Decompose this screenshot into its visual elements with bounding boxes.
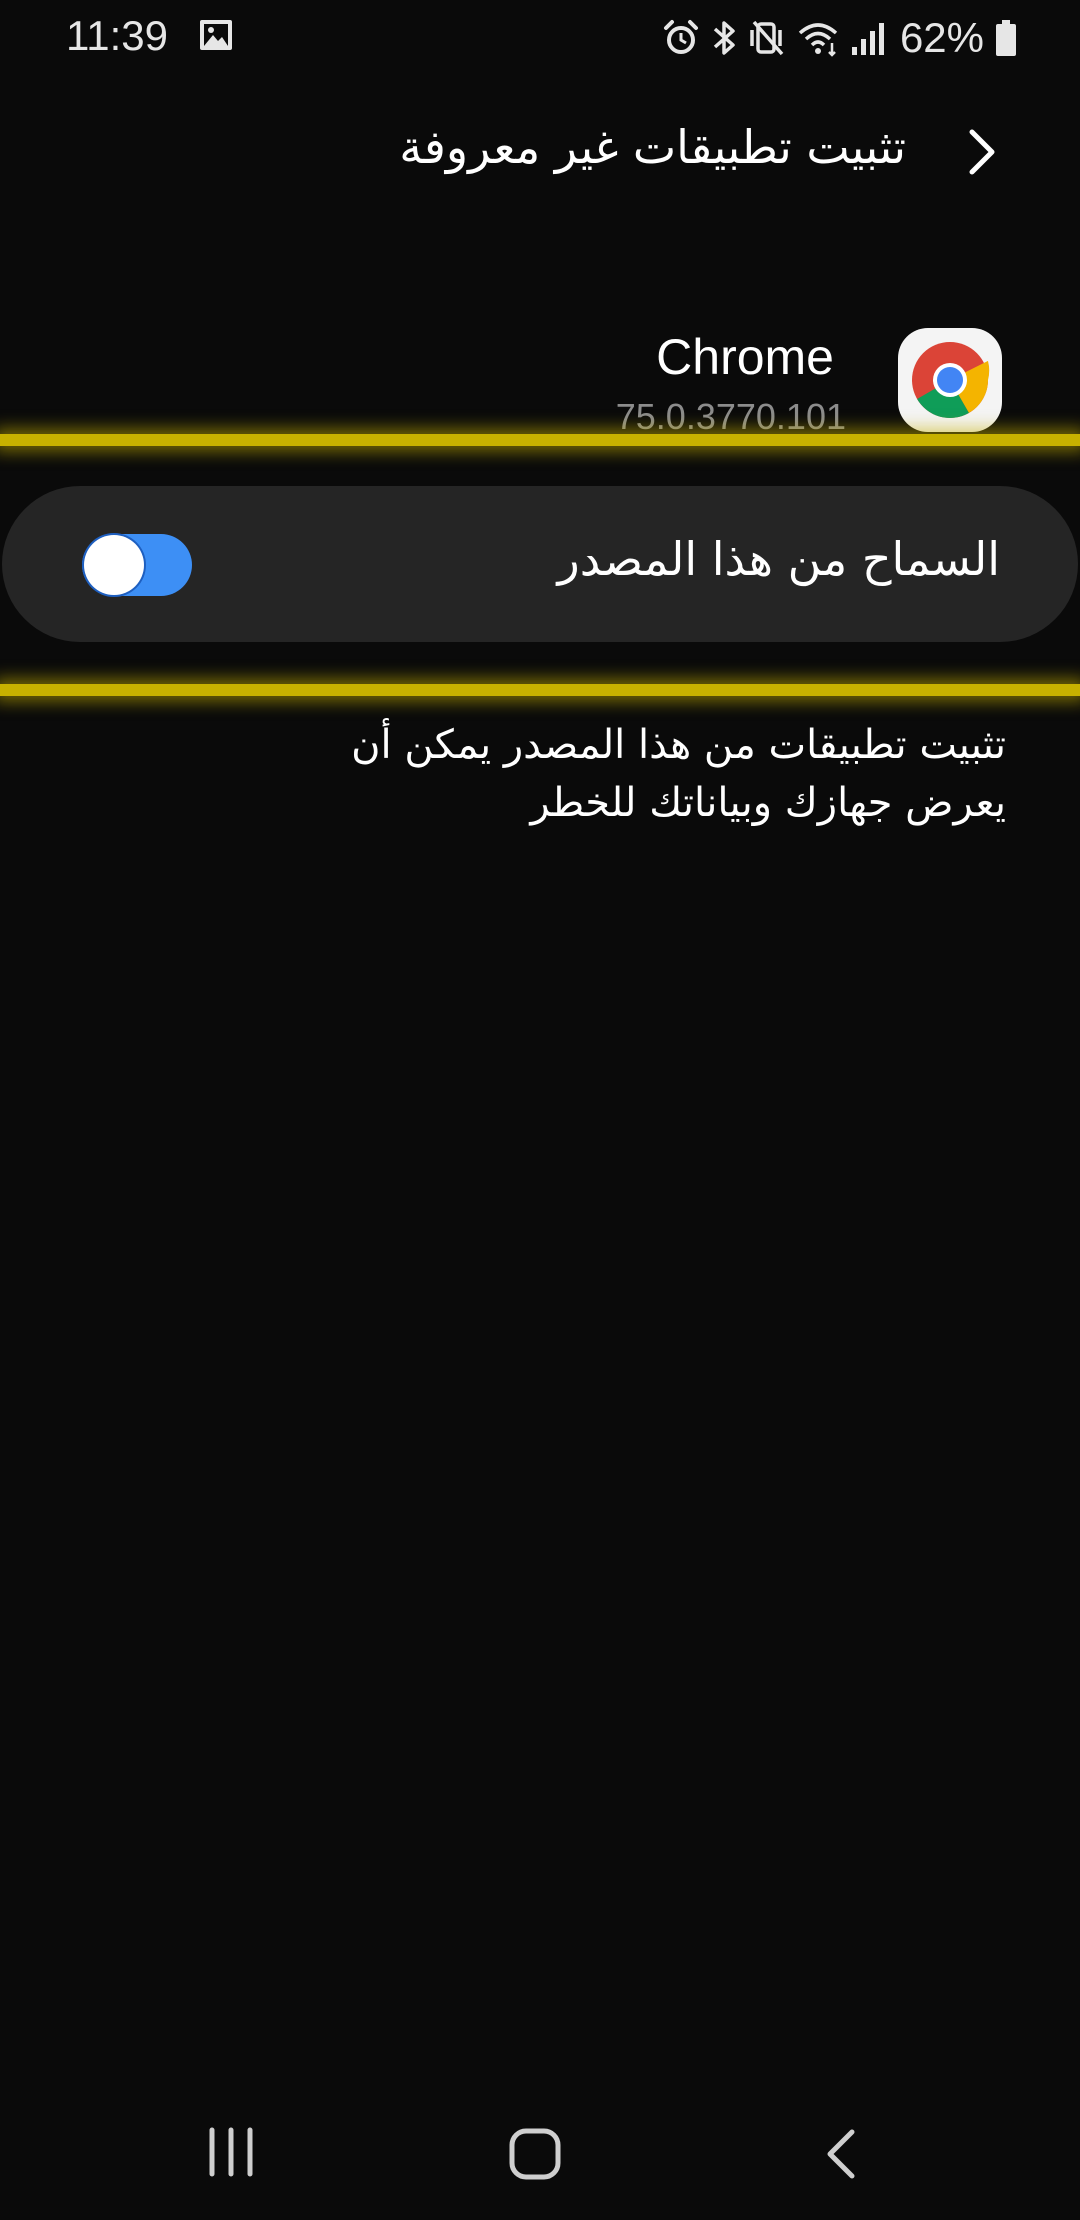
home-icon[interactable] xyxy=(508,2126,562,2182)
status-time: 11:39 xyxy=(66,12,168,59)
highlight-band-bottom xyxy=(0,684,1080,696)
header: تثبيت تطبيقات غير معروفة xyxy=(0,110,1080,200)
navigation-bar xyxy=(0,2100,1080,2220)
status-icons: 62% xyxy=(662,10,1018,66)
battery-percent: 62% xyxy=(899,14,984,61)
status-bar: 11:39 62% xyxy=(0,0,1080,72)
back-icon[interactable] xyxy=(820,2126,860,2182)
allow-from-source-row[interactable]: السماح من هذا المصدر xyxy=(2,486,1078,642)
page-title: تثبيت تطبيقات غير معروفة xyxy=(399,120,906,174)
chrome-logo xyxy=(912,342,990,418)
recent-apps-icon[interactable] xyxy=(206,2126,256,2178)
app-version: 75.0.3770.101 xyxy=(615,396,846,437)
toggle-knob xyxy=(84,535,144,595)
bluetooth-icon xyxy=(713,21,735,55)
allow-from-source-toggle[interactable] xyxy=(82,534,192,596)
warning-description: تثبيت تطبيقات من هذا المصدر يمكن أن يعرض… xyxy=(351,722,1006,826)
gallery-icon xyxy=(200,20,232,50)
mute-icon xyxy=(750,20,784,56)
signal-icon xyxy=(851,23,884,55)
app-info: Chrome 75.0.3770.101 xyxy=(0,310,1080,440)
allow-from-source-label: السماح من هذا المصدر xyxy=(557,532,1000,586)
wifi-icon xyxy=(798,23,838,57)
alarm-icon xyxy=(663,20,698,54)
chevron-right-icon[interactable] xyxy=(954,122,1010,182)
app-name: Chrome xyxy=(656,329,834,385)
highlight-band-top xyxy=(0,434,1080,446)
battery-icon xyxy=(996,20,1016,56)
chrome-icon xyxy=(898,328,1002,432)
